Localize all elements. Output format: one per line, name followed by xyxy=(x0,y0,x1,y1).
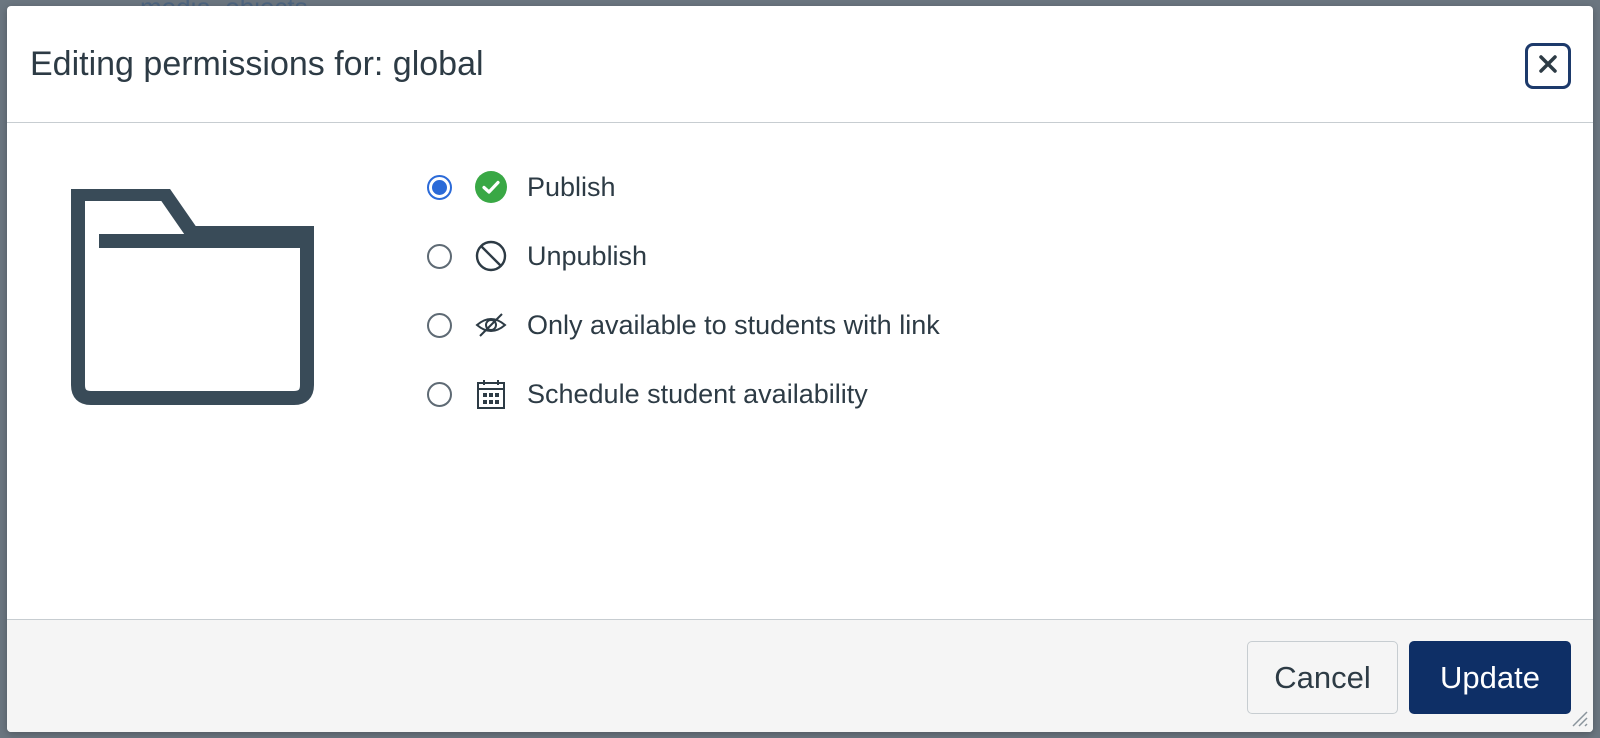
option-unpublish[interactable]: Unpublish xyxy=(427,238,940,274)
radio-link-only[interactable] xyxy=(427,312,452,338)
folder-icon xyxy=(71,187,319,405)
eye-off-icon xyxy=(474,308,508,342)
dialog-header: Editing permissions for: global xyxy=(7,6,1593,123)
calendar-icon xyxy=(474,377,508,411)
option-label-unpublish: Unpublish xyxy=(527,240,648,271)
option-schedule[interactable]: Schedule student availability xyxy=(427,376,940,412)
dialog-footer: Cancel Update xyxy=(7,619,1593,732)
edit-permissions-dialog: Editing permissions for: global Publish … xyxy=(7,6,1593,732)
option-publish[interactable]: Publish xyxy=(427,169,940,205)
published-check-icon xyxy=(474,170,508,204)
option-label-publish: Publish xyxy=(527,171,616,202)
unpublish-icon xyxy=(474,239,508,273)
dialog-body: Publish Unpublish Only available to stud… xyxy=(7,123,1593,619)
radio-unpublish[interactable] xyxy=(427,243,452,269)
radio-publish[interactable] xyxy=(427,174,452,200)
cancel-button[interactable]: Cancel xyxy=(1247,641,1398,714)
dialog-title: Editing permissions for: global xyxy=(30,45,484,83)
update-button[interactable]: Update xyxy=(1409,641,1571,714)
option-link-only[interactable]: Only available to students with link xyxy=(427,307,940,343)
close-icon xyxy=(1537,53,1559,80)
close-button[interactable] xyxy=(1525,43,1571,89)
resize-grip-icon[interactable] xyxy=(1567,706,1589,728)
radio-schedule[interactable] xyxy=(427,381,452,407)
option-label-schedule: Schedule student availability xyxy=(527,378,868,409)
option-label-link-only: Only available to students with link xyxy=(527,309,940,340)
permission-options: Publish Unpublish Only available to stud… xyxy=(427,169,940,445)
